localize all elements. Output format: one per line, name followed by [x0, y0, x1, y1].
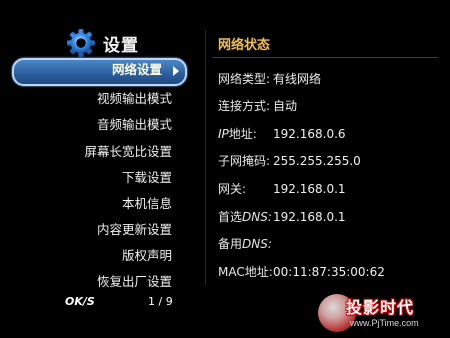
- page-indicator: 1 / 9: [148, 295, 173, 308]
- info-key: 首选DNS:: [218, 207, 273, 227]
- menu-item-video-output[interactable]: 视频输出模式: [97, 87, 172, 111]
- arrow-right-icon: [173, 66, 179, 76]
- panel-divider: [205, 30, 206, 285]
- menu-item-audio-output[interactable]: 音频输出模式: [97, 113, 172, 137]
- info-key: 网关:: [218, 182, 247, 196]
- menu-item-factory-reset[interactable]: 恢复出厂设置: [97, 270, 172, 294]
- info-key-text: 地址:: [228, 127, 257, 141]
- panel-title: 网络状态: [218, 38, 271, 53]
- info-row-gateway: 网关: 192.168.0.1: [218, 179, 346, 199]
- info-value: 有线网络: [273, 72, 322, 86]
- info-value: 192.168.0.1: [273, 182, 346, 196]
- menu-item-label: 网络设置: [111, 62, 162, 77]
- info-key-text: 首选: [218, 210, 243, 224]
- info-key: 备用DNS:: [218, 234, 273, 254]
- info-key: 连接方式:: [218, 99, 271, 113]
- title-divider: [212, 57, 438, 58]
- menu-item-copyright[interactable]: 版权声明: [122, 244, 172, 268]
- info-value: 自动: [273, 99, 298, 113]
- info-key-prefix: IP: [218, 127, 229, 141]
- watermark-url: www.PjTime.com: [350, 318, 419, 328]
- settings-screen: 设置 网络设置 视频输出模式 音频输出模式 屏幕长宽比设置 下载设置 本机信息 …: [0, 0, 450, 338]
- menu-item-content-update[interactable]: 内容更新设置: [97, 218, 172, 242]
- watermark-logo: 投影时代 www.PjTime.com: [318, 288, 450, 338]
- settings-header: 设置: [66, 26, 139, 60]
- info-value: 192.168.0.1: [273, 210, 346, 224]
- info-row-ip-address: IP地址: 192.168.0.6: [218, 124, 346, 144]
- ok-hint: OK/S: [65, 295, 95, 308]
- info-row-network-type: 网络类型: 有线网络: [218, 69, 321, 89]
- info-value: 00:11:87:35:00:62: [273, 265, 385, 279]
- info-key-suffix: DNS:: [242, 210, 272, 224]
- info-value: 192.168.0.6: [273, 127, 346, 141]
- info-key-suffix: DNS:: [242, 237, 272, 251]
- info-key: IP地址:: [218, 124, 273, 144]
- info-row-secondary-dns: 备用DNS:: [218, 234, 273, 254]
- info-row-primary-dns: 首选DNS:192.168.0.1: [218, 207, 346, 227]
- info-key: 子网掩码:: [218, 154, 271, 168]
- gear-icon: [66, 28, 96, 58]
- page-title: 设置: [103, 35, 139, 56]
- menu-item-aspect-ratio[interactable]: 屏幕长宽比设置: [84, 140, 172, 164]
- info-row-mac-address: MAC地址:00:11:87:35:00:62: [218, 262, 385, 282]
- info-key: MAC地址:: [218, 265, 273, 279]
- info-value: 255.255.255.0: [273, 154, 361, 168]
- info-key: 网络类型:: [218, 72, 271, 86]
- info-row-subnet-mask: 子网掩码: 255.255.255.0: [218, 151, 361, 171]
- watermark-brand: 投影时代: [346, 298, 415, 317]
- menu-item-device-info[interactable]: 本机信息: [122, 192, 172, 216]
- menu-item-download-settings[interactable]: 下载设置: [122, 166, 172, 190]
- menu-item-network-settings[interactable]: 网络设置: [12, 58, 187, 86]
- info-row-connection-mode: 连接方式: 自动: [218, 96, 297, 116]
- info-key-text: 备用: [218, 237, 243, 251]
